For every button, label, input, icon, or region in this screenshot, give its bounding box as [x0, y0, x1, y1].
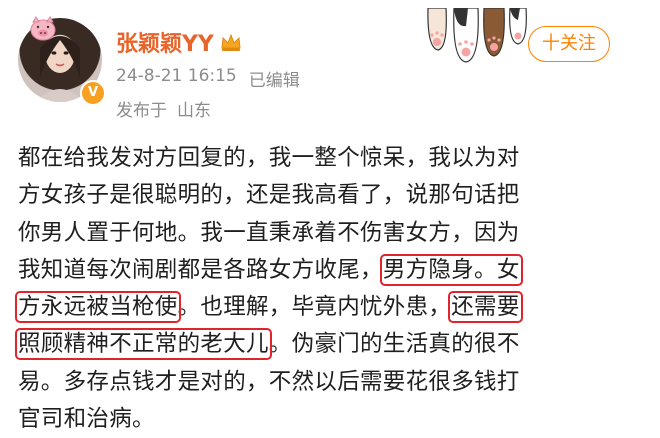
published-prefix: 发布于: [116, 101, 167, 121]
author-name-row: 张颖颖YY: [116, 26, 242, 58]
post-location: 发布于 山东: [116, 96, 211, 121]
post-line: 方女孩子是很聪明的，还是我高看了，说那句话把: [18, 177, 648, 214]
highlighted-text: 男方隐身。女: [379, 253, 523, 286]
post-meta: 24-8-21 16:15 已编辑: [116, 66, 300, 91]
highlighted-text: 照顾精神不正常的老大儿: [15, 328, 272, 361]
author-name[interactable]: 张颖颖YY: [116, 26, 214, 58]
location-text: 山东: [177, 101, 211, 121]
pig-icon: [30, 16, 56, 41]
post-text: 方女孩子是很聪明的，还是我高看了，说那句话把: [18, 182, 520, 209]
avatar-container[interactable]: V: [14, 14, 106, 106]
post-line: 方永远被当枪使。也理解，毕竟内忧外患，还需要: [15, 289, 648, 326]
edited-label[interactable]: 已编辑: [249, 66, 300, 91]
post-body: 都在给我发对方回复的，我一整个惊呆，我以为对 方女孩子是很聪明的，还是我高看了，…: [15, 140, 648, 438]
cat-paws-icon: [427, 8, 527, 63]
highlighted-text: 方永远被当枪使: [15, 291, 181, 324]
post-text: 都在给我发对方回复的，我一整个惊呆，我以为对: [18, 145, 520, 171]
post-line: 我知道每次闹剧都是各路女方收尾，男方隐身。女: [18, 252, 648, 289]
verified-badge-icon: V: [80, 80, 106, 106]
crown-icon: [221, 33, 241, 51]
post-text: 你男人置于何地。我一直秉承着不伤害女方，因为: [18, 219, 520, 246]
highlighted-text: 还需要: [448, 291, 523, 324]
post-line: 照顾精神不正常的老大儿。伪豪门的生活真的很不: [15, 326, 648, 363]
post-date[interactable]: 24-8-21 16:15: [116, 66, 237, 91]
post-text: 。也理解，毕竟内忧外患，: [177, 294, 452, 321]
post-text: 我知道每次闹剧都是各路女方收尾，: [18, 256, 383, 283]
post-text: 易。多存点钱才是对的，不然以后需要花很多钱打: [18, 368, 520, 395]
follow-button[interactable]: 十关注: [528, 26, 610, 62]
post-text: 官司和治病。: [18, 406, 155, 433]
post-line: 官司和治病。: [18, 401, 648, 438]
post-line: 都在给我发对方回复的，我一整个惊呆，我以为对: [18, 140, 648, 177]
post-text: 。伪豪门的生活真的很不: [268, 331, 520, 358]
post-line: 你男人置于何地。我一直秉承着不伤害女方，因为: [18, 215, 648, 252]
post-line: 易。多存点钱才是对的，不然以后需要花很多钱打: [18, 364, 648, 401]
